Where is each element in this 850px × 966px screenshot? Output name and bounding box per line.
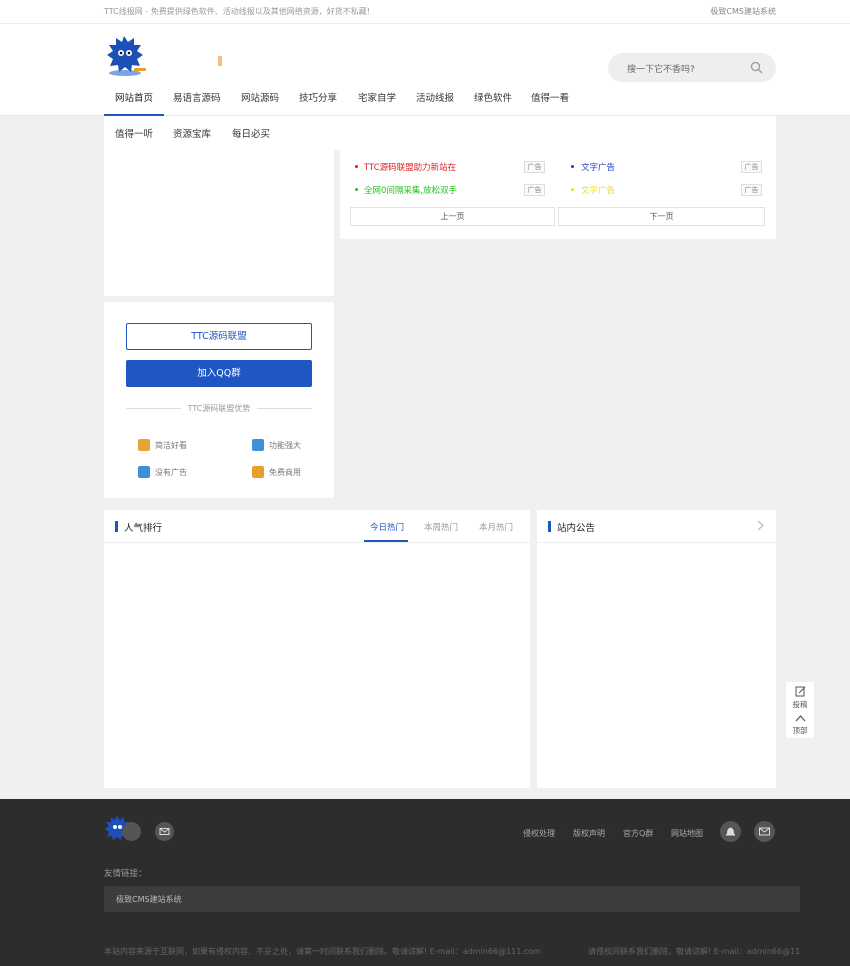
mail-icon[interactable] bbox=[155, 822, 174, 841]
ad-dot bbox=[355, 188, 358, 191]
nav-worth-seeing[interactable]: 值得一看 bbox=[531, 90, 569, 116]
qq-icon[interactable] bbox=[122, 822, 141, 841]
popular-ranking: 人气排行 今日热门 本周热门 本月热门 bbox=[104, 510, 530, 788]
footer-link-sitemap[interactable]: 网站地图 bbox=[671, 828, 703, 839]
nav-e-source[interactable]: 易语言源码 bbox=[173, 90, 221, 116]
ad-dot bbox=[571, 165, 574, 168]
ad-tag-4: 广告 bbox=[741, 184, 762, 196]
footer-link-qq-group[interactable]: 官方Q群 bbox=[623, 828, 653, 839]
friend-links-title: 友情链接： bbox=[104, 869, 147, 879]
join-qq-group-button[interactable]: 加入QQ群 bbox=[126, 360, 312, 387]
footer-disclaimer: 本站内容来源于互联网，如果有侵权内容、不妥之处，请第一时间联系我们删除。敬请谅解… bbox=[104, 947, 541, 956]
document-icon bbox=[252, 439, 264, 451]
top-link-cms[interactable]: 极致CMS建站系统 bbox=[710, 6, 776, 17]
feature-simple: 简洁好看 bbox=[138, 439, 187, 451]
tab-week-hot[interactable]: 本周热门 bbox=[424, 521, 458, 533]
footer-link-copyright[interactable]: 版权声明 bbox=[573, 828, 605, 839]
section-marker bbox=[548, 521, 551, 532]
bell-icon[interactable] bbox=[720, 821, 741, 842]
chevron-up-icon bbox=[795, 715, 805, 722]
laptop-icon bbox=[252, 466, 264, 478]
ad-tag-2: 广告 bbox=[741, 161, 762, 173]
nav-self-study[interactable]: 宅家自学 bbox=[358, 90, 396, 116]
notice-title: 站内公告 bbox=[557, 523, 596, 534]
union-advantages-title: TTC源码联盟优势 bbox=[187, 404, 251, 413]
ad-dot bbox=[355, 165, 358, 168]
tab-month-hot[interactable]: 本月热门 bbox=[479, 521, 513, 533]
nav-home[interactable]: 网站首页 bbox=[104, 90, 165, 116]
ad-tag-3: 广告 bbox=[524, 184, 545, 196]
search-icon[interactable] bbox=[750, 61, 763, 74]
back-to-top-button[interactable]: 顶部 bbox=[786, 714, 814, 736]
union-card: TTC源码联盟 加入QQ群 TTC源码联盟优势 简洁好看 功能强大 没有广告 免… bbox=[104, 302, 334, 498]
edit-icon bbox=[795, 686, 805, 697]
search-box[interactable]: 搜一下它不香吗? bbox=[608, 53, 776, 82]
ad-icon bbox=[138, 466, 150, 478]
nav-daily-buy[interactable]: 每日必买 bbox=[232, 126, 270, 152]
footer-disclaimer-right: 请侵权间联系我们删除。敬请谅解! E-mail：admin66@11 bbox=[588, 947, 801, 956]
notice-separator bbox=[537, 542, 776, 543]
ad-link-2[interactable]: 文字广告 bbox=[581, 161, 615, 173]
ad-link-4[interactable]: 文字广告 bbox=[581, 184, 615, 196]
nav-activities[interactable]: 活动线报 bbox=[416, 90, 454, 116]
side-toolbar: 投稿 顶部 bbox=[786, 682, 814, 738]
nav-web-source[interactable]: 网站源码 bbox=[241, 90, 279, 116]
footer-link-infringement[interactable]: 侵权处理 bbox=[523, 828, 555, 839]
friend-link-cms[interactable]: 极致CMS建站系统 bbox=[116, 894, 182, 905]
nav-green-software[interactable]: 绿色软件 bbox=[474, 90, 512, 116]
header: 搜一下它不香吗? 网站首页 易语言源码 网站源码 技巧分享 宅家自学 活动线报 … bbox=[0, 24, 850, 116]
search-placeholder[interactable]: 搜一下它不香吗? bbox=[627, 62, 695, 75]
envelope-icon bbox=[138, 439, 150, 451]
ranking-separator bbox=[104, 542, 530, 543]
prev-page-button[interactable]: 上一页 bbox=[350, 207, 555, 226]
nav-resources[interactable]: 资源宝库 bbox=[173, 126, 211, 152]
submit-article-button[interactable]: 投稿 bbox=[786, 686, 814, 710]
top-bar: TTC线报网 - 免费提供绿色软件、活动线报以及其他网络资源，好货不私藏! 极致… bbox=[0, 0, 850, 24]
feature-free-commercial: 免费商用 bbox=[252, 466, 301, 478]
mascot-icon bbox=[107, 36, 146, 76]
ranking-title: 人气排行 bbox=[124, 523, 163, 534]
site-tagline: TTC线报网 - 免费提供绿色软件、活动线报以及其他网络资源，好货不私藏! bbox=[104, 7, 370, 16]
chevron-right-icon[interactable] bbox=[757, 520, 764, 534]
active-tab-indicator bbox=[364, 540, 408, 542]
footer: 侵权处理 · 版权声明 · 官方Q群 · 网站地图 友情链接： 极致CMS建站系… bbox=[0, 799, 850, 966]
site-logo[interactable] bbox=[104, 34, 224, 78]
text-ads: TTC源码联盟助力新站在 广告 文字广告 广告 全网0间隔采集,放松双手 广告 … bbox=[340, 150, 776, 239]
section-marker bbox=[115, 521, 118, 532]
left-card-blank bbox=[104, 150, 334, 296]
ad-tag-1: 广告 bbox=[524, 161, 545, 173]
site-notice: 站内公告 bbox=[537, 510, 776, 788]
ad-link-1[interactable]: TTC源码联盟助力新站在 bbox=[364, 161, 456, 173]
ad-dot bbox=[571, 188, 574, 191]
next-page-button[interactable]: 下一页 bbox=[558, 207, 765, 226]
mail-icon[interactable] bbox=[754, 821, 775, 842]
feature-no-ads: 没有广告 bbox=[138, 466, 187, 478]
tab-today-hot[interactable]: 今日热门 bbox=[370, 521, 404, 533]
nav-worth-hearing[interactable]: 值得一听 bbox=[115, 126, 153, 152]
union-button[interactable]: TTC源码联盟 bbox=[126, 323, 312, 350]
feature-powerful: 功能强大 bbox=[252, 439, 301, 451]
nav-row-2: 值得一听 资源宝库 每日必买 bbox=[104, 116, 776, 150]
nav-tips[interactable]: 技巧分享 bbox=[299, 90, 337, 116]
ad-link-3[interactable]: 全网0间隔采集,放松双手 bbox=[364, 184, 457, 196]
friend-links-box: 极致CMS建站系统 bbox=[104, 886, 800, 912]
